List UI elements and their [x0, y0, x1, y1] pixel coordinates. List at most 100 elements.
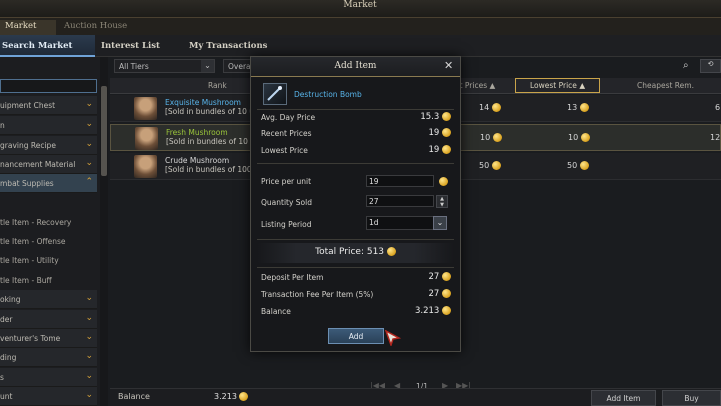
- column-lowest-price[interactable]: Lowest Price ▲: [515, 78, 600, 93]
- coin-icon: [442, 112, 451, 121]
- coin-icon: [580, 133, 590, 142]
- value-text: 15.3: [420, 112, 440, 122]
- listing-period-label: Listing Period: [261, 220, 312, 229]
- total-price: Total Price: 513: [251, 247, 460, 257]
- chevron-down-icon: ⌄: [85, 293, 93, 303]
- avg-day-price-value: 15.3: [401, 112, 451, 122]
- close-icon[interactable]: ✕: [444, 59, 453, 72]
- lowest-price-cell: 10: [568, 133, 590, 142]
- coin-icon: [579, 103, 589, 112]
- destruction-bomb-icon: [263, 83, 287, 105]
- column-cheapest-remaining[interactable]: Cheapest Rem.: [637, 81, 694, 90]
- sidebar-item-engraving-recipe[interactable]: graving Recipe ⌄: [0, 136, 97, 155]
- recent-prices-value: 19: [401, 128, 451, 138]
- chevron-up-icon: ⌃: [85, 177, 93, 187]
- sidebar-item-label: venturer's Tome: [0, 334, 61, 343]
- tier-dropdown[interactable]: All Tiers ⌄: [114, 59, 215, 73]
- chevron-down-icon: ⌄: [85, 119, 93, 129]
- sort-up-icon: ▲: [579, 81, 586, 90]
- tab-interest-list[interactable]: Interest List: [101, 41, 160, 51]
- coin-icon: [442, 145, 451, 154]
- sidebar-item-label: oking: [0, 295, 21, 304]
- chevron-down-icon[interactable]: ⌄: [433, 216, 447, 230]
- chevron-down-icon: ⌄: [85, 390, 93, 400]
- sidebar-item-equipment-chest[interactable]: uipment Chest ⌄: [0, 96, 97, 115]
- tab-auction-house[interactable]: Auction House: [64, 20, 127, 31]
- coin-icon: [386, 247, 396, 256]
- sidebar-subitem-recovery[interactable]: tle Item - Recovery: [0, 218, 71, 227]
- cell-value: 14: [479, 103, 490, 112]
- value-text: 19: [428, 128, 440, 138]
- search-icon[interactable]: ⌕: [683, 60, 689, 71]
- sidebar-item-cooking[interactable]: oking ⌄: [0, 290, 97, 309]
- total-price-text: Total Price: 513: [315, 247, 385, 257]
- quantity-sold-label: Quantity Sold: [261, 198, 312, 207]
- sidebar-item-label: der: [0, 315, 13, 324]
- buy-button[interactable]: Buy: [662, 390, 721, 406]
- item-bundle-note: [Sold in bundles of 10 u: [166, 137, 256, 146]
- item-name: Exquisite Mushroom: [165, 98, 241, 107]
- item-name: Crude Mushroom: [165, 156, 230, 165]
- balance-label: Balance: [118, 392, 150, 401]
- item-name: Destruction Bomb: [294, 90, 362, 99]
- lowest-price-cell: 50: [567, 161, 589, 170]
- sidebar-subitem-offense[interactable]: tle Item - Offense: [0, 237, 66, 246]
- price-per-unit-input[interactable]: 19: [366, 175, 434, 187]
- sidebar-item-combat-supplies[interactable]: mbat Supplies ⌃: [0, 174, 97, 193]
- chevron-down-icon: ⌄: [85, 371, 93, 381]
- avg-price-cell: 14: [479, 103, 501, 112]
- sidebar-item-sailing[interactable]: ding ⌄: [0, 348, 97, 367]
- divider: [257, 267, 454, 268]
- cell-value: 10: [480, 133, 491, 142]
- column-rank[interactable]: Rank: [208, 81, 227, 90]
- coin-icon: [491, 161, 501, 170]
- lowest-price-label: Lowest Price: [261, 146, 308, 155]
- reset-button[interactable]: ⟲: [700, 59, 721, 73]
- avg-price-cell: 10: [480, 133, 502, 142]
- cell-value: 50: [567, 161, 578, 170]
- sidebar-item-adventurers-tome[interactable]: venturer's Tome ⌄: [0, 329, 97, 348]
- dialog-title: Add Item: [334, 61, 377, 71]
- divider: [257, 239, 454, 240]
- value-text: 27: [428, 272, 440, 282]
- tab-search-market[interactable]: Search Market: [0, 35, 95, 57]
- tab-my-transactions[interactable]: My Transactions: [189, 41, 267, 51]
- main-tabs: Market Auction House: [0, 18, 721, 35]
- sidebar-item-trader[interactable]: der ⌄: [0, 310, 97, 329]
- divider: [257, 109, 454, 110]
- add-item-button[interactable]: Add Item: [591, 390, 656, 406]
- coin-icon: [442, 306, 451, 315]
- quantity-sold-input[interactable]: 27: [366, 195, 434, 207]
- coin-icon: [491, 103, 501, 112]
- column-avg-prices[interactable]: at Prices ▲: [455, 81, 495, 90]
- sidebar-item-mount[interactable]: unt ⌄: [0, 387, 97, 406]
- add-button[interactable]: Add: [328, 328, 384, 344]
- column-label: Lowest Price: [530, 81, 577, 90]
- tab-market[interactable]: Market: [0, 20, 56, 35]
- sidebar-item-label: s: [0, 373, 4, 382]
- category-search-input[interactable]: [0, 79, 97, 93]
- sidebar-item-label: graving Recipe: [0, 141, 56, 150]
- sidebar-item-pets[interactable]: s ⌄: [0, 368, 97, 387]
- sidebar-subitem-buff[interactable]: tle Item - Buff: [0, 276, 52, 285]
- sidebar-item-label: n: [0, 121, 5, 130]
- sidebar-subitem-utility[interactable]: tle Item - Utility: [0, 256, 59, 265]
- coin-icon: [492, 133, 502, 142]
- coin-icon: [442, 289, 451, 298]
- deposit-label: Deposit Per Item: [261, 273, 324, 282]
- item-bundle-note: [Sold in bundles of 100: [165, 165, 252, 174]
- sidebar-scroll-thumb[interactable]: [101, 86, 107, 176]
- sidebar-item-enhancement-material[interactable]: nancement Material ⌄: [0, 155, 97, 174]
- quantity-stepper[interactable]: ▲ ▼: [436, 195, 448, 208]
- sidebar-item-label: unt: [0, 392, 13, 401]
- mushroom-icon: [134, 155, 157, 178]
- sidebar-item-gem[interactable]: n ⌄: [0, 116, 97, 135]
- cursor-icon: [384, 329, 402, 350]
- listing-period-value: 1d: [369, 218, 379, 227]
- cheapest-cell: 6: [715, 103, 721, 112]
- chevron-down-icon: ⌄: [85, 351, 93, 361]
- transaction-fee-label: Transaction Fee Per Item (5%): [261, 290, 374, 299]
- balance-value: 3.213: [214, 392, 249, 401]
- lowest-price-value: 19: [401, 145, 451, 155]
- coin-icon: [442, 272, 451, 281]
